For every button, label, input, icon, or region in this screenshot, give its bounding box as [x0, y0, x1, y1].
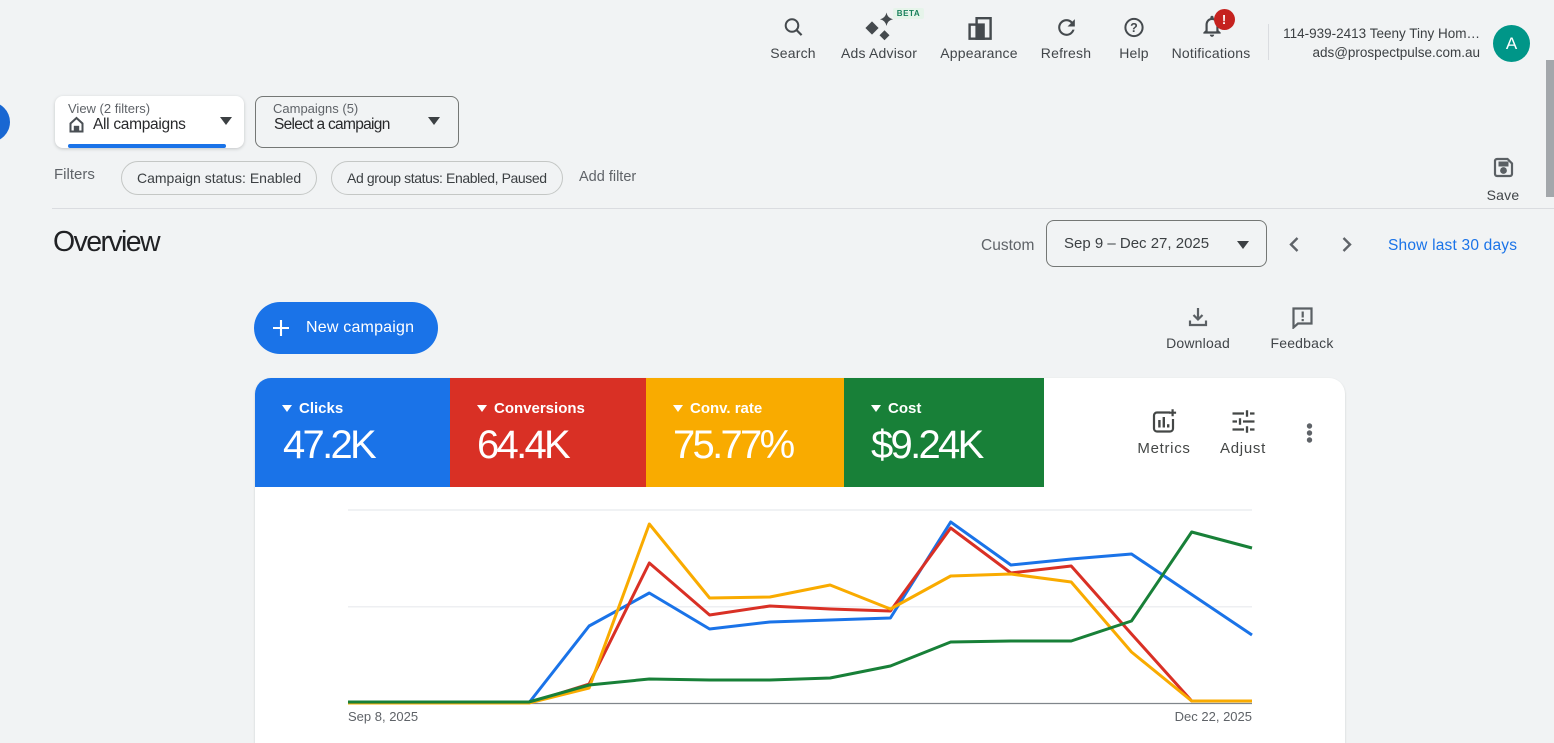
svg-text:?: ?: [1130, 21, 1138, 35]
